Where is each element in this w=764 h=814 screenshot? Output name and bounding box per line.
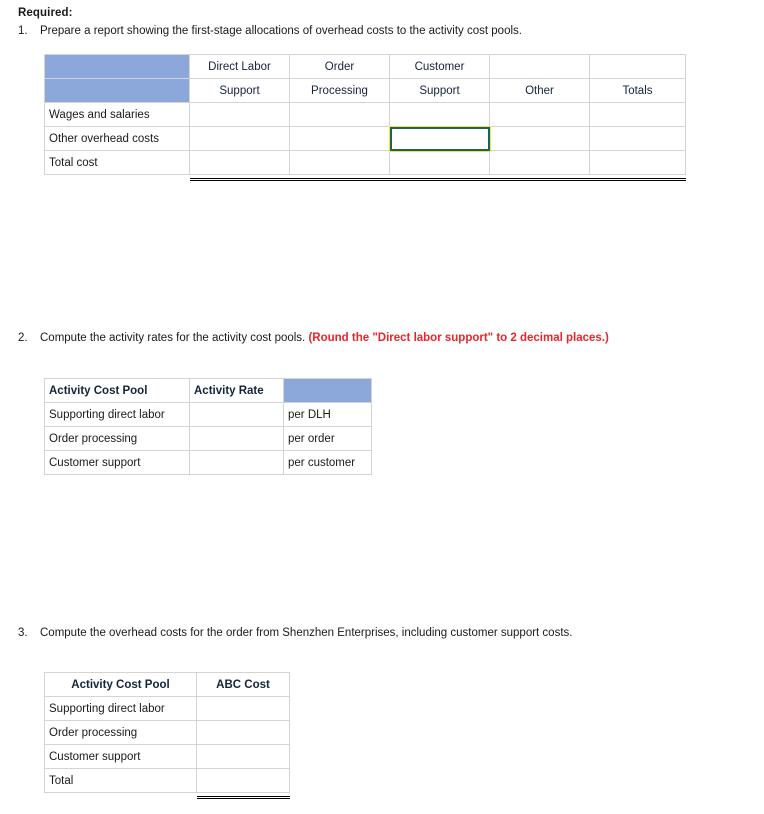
table2-header-unit-blank <box>283 378 372 403</box>
output-total-other <box>489 150 590 175</box>
input-rate-customer-support[interactable] <box>189 450 284 475</box>
table1-row-label-total-cost: Total cost <box>44 150 190 175</box>
table-row-header-bottom: Support Processing Support Other Totals <box>44 78 686 103</box>
table1-double-underline <box>44 174 686 181</box>
question-2-text: Compute the activity rates for the activ… <box>40 331 646 345</box>
table3-header-abc-cost: ABC Cost <box>196 672 290 697</box>
abc-cost-table: Activity Cost Pool ABC Cost Supporting d… <box>44 672 290 799</box>
table-row: Customer support <box>44 744 290 769</box>
table-row-header: Activity Cost Pool ABC Cost <box>44 672 290 697</box>
question-3-number: 3. <box>18 627 28 639</box>
table2-row-label-customer-support: Customer support <box>44 450 190 475</box>
table3-row-label-total: Total <box>44 768 197 793</box>
table1-row-label-wages: Wages and salaries <box>44 102 190 127</box>
table2-unit-per-dlh: per DLH <box>283 402 372 427</box>
table1-header-support-2: Support <box>389 78 490 103</box>
input-wages-other[interactable] <box>489 102 590 127</box>
input-overhead-other[interactable] <box>489 126 590 151</box>
table1-header-customer: Customer <box>389 54 490 79</box>
table-row: Supporting direct labor per DLH <box>44 402 372 427</box>
table-row: Supporting direct labor <box>44 696 290 721</box>
table1-underline-3 <box>389 174 490 181</box>
input-wages-direct-labor-support[interactable] <box>189 102 290 127</box>
table-row: Wages and salaries <box>44 102 686 127</box>
table-row: Order processing per order <box>44 426 372 451</box>
table3-row-label-supporting-direct-labor: Supporting direct labor <box>44 696 197 721</box>
table2-unit-per-order: per order <box>283 426 372 451</box>
question-2-main-text: Compute the activity rates for the activ… <box>40 332 309 344</box>
table1-header-other: Other <box>489 78 590 103</box>
table-row: Other overhead costs <box>44 125 686 152</box>
table1-underline-2 <box>289 174 390 181</box>
table1-underline-5 <box>589 174 686 181</box>
question-3-text: Compute the overhead costs for the order… <box>40 627 573 639</box>
table2-header-activity-cost-pool: Activity Cost Pool <box>44 378 190 403</box>
question-2-block: 2. Compute the activity rates for the ac… <box>18 331 646 345</box>
question-2-note: (Round the "Direct labor support" to 2 d… <box>308 332 609 344</box>
table1-underline-4 <box>489 174 590 181</box>
question-1-number: 1. <box>18 25 28 37</box>
table3-header-activity-cost-pool: Activity Cost Pool <box>44 672 197 697</box>
output-total-order-processing <box>289 150 390 175</box>
required-label: Required: <box>18 7 73 19</box>
table1-header-totals: Totals <box>589 78 686 103</box>
table-row: Order processing <box>44 720 290 745</box>
table1-header-support: Support <box>189 78 290 103</box>
first-stage-allocation-table: Direct Labor Order Customer Support Proc… <box>44 54 686 181</box>
output-total-customer-support <box>389 150 490 175</box>
table1-underline-spacer <box>44 174 190 180</box>
table-row-total: Total cost <box>44 150 686 175</box>
table1-header-order: Order <box>289 54 390 79</box>
output-wages-totals <box>589 102 686 127</box>
table-row-header: Activity Cost Pool Activity Rate <box>44 378 372 403</box>
table1-header-blank-other-top <box>489 54 590 79</box>
table1-underline-1 <box>189 174 290 181</box>
table-row-total: Total <box>44 768 290 793</box>
table1-corner-cell-2 <box>44 78 190 103</box>
table2-unit-per-customer: per customer <box>283 450 372 475</box>
table1-row-label-other-overhead: Other overhead costs <box>44 126 190 151</box>
table3-underline-1 <box>196 792 290 799</box>
table2-row-label-order-processing: Order processing <box>44 426 190 451</box>
question-1-block: 1. Prepare a report showing the first-st… <box>18 24 658 38</box>
input-abc-order-processing[interactable] <box>196 720 290 745</box>
input-abc-supporting-direct-labor[interactable] <box>196 696 290 721</box>
input-overhead-customer-support[interactable] <box>388 125 491 152</box>
table1-header-processing: Processing <box>289 78 390 103</box>
question-1-text: Prepare a report showing the first-stage… <box>40 25 522 37</box>
question-3-block: 3. Compute the overhead costs for the or… <box>18 626 646 640</box>
table2-row-label-supporting-direct-labor: Supporting direct labor <box>44 402 190 427</box>
input-rate-supporting-direct-labor[interactable] <box>189 402 284 427</box>
output-overhead-totals <box>589 126 686 151</box>
table1-header-blank-totals-top <box>589 54 686 79</box>
input-overhead-order-processing[interactable] <box>289 126 390 151</box>
output-abc-total <box>196 768 290 793</box>
table3-row-label-order-processing: Order processing <box>44 720 197 745</box>
table-row: Customer support per customer <box>44 450 372 475</box>
table-row-header-top: Direct Labor Order Customer <box>44 54 686 79</box>
table1-corner-cell <box>44 54 190 79</box>
output-total-direct-labor-support <box>189 150 290 175</box>
table2-header-activity-rate: Activity Rate <box>189 378 284 403</box>
table1-header-direct-labor: Direct Labor <box>189 54 290 79</box>
table3-underline-spacer <box>44 792 197 798</box>
table3-row-label-customer-support: Customer support <box>44 744 197 769</box>
input-rate-order-processing[interactable] <box>189 426 284 451</box>
activity-rate-table: Activity Cost Pool Activity Rate Support… <box>44 378 372 475</box>
input-wages-order-processing[interactable] <box>289 102 390 127</box>
question-2-number: 2. <box>18 332 28 344</box>
table3-double-underline <box>44 792 290 799</box>
input-overhead-direct-labor-support[interactable] <box>189 126 290 151</box>
input-wages-customer-support[interactable] <box>389 102 490 127</box>
input-abc-customer-support[interactable] <box>196 744 290 769</box>
output-total-totals <box>589 150 686 175</box>
